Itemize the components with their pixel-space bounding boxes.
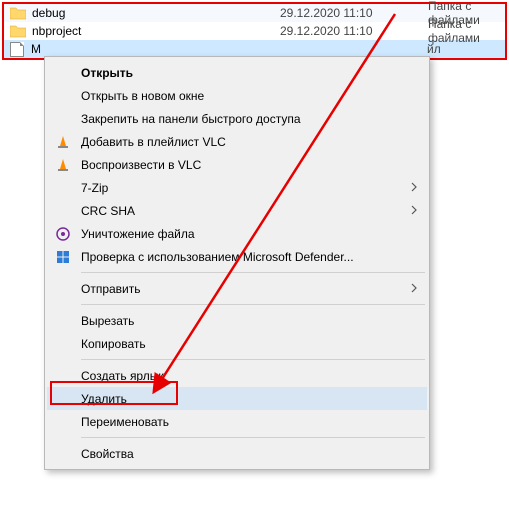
menu-separator (81, 272, 425, 273)
menu-properties[interactable]: Свойства (47, 442, 427, 465)
menu-label: Копировать (81, 337, 405, 351)
menu-separator (81, 359, 425, 360)
file-type: йл (427, 42, 505, 56)
menu-create-shortcut[interactable]: Создать ярлык (47, 364, 427, 387)
chevron-right-icon (411, 204, 417, 218)
menu-label: Удалить (81, 392, 405, 406)
menu-separator (81, 437, 425, 438)
vlc-icon (55, 134, 71, 150)
menu-label: Переименовать (81, 415, 405, 429)
file-icon (10, 42, 24, 57)
menu-pin-quick-access[interactable]: Закрепить на панели быстрого доступа (47, 107, 427, 130)
folder-icon (10, 6, 26, 20)
menu-label: Закрепить на панели быстрого доступа (81, 112, 405, 126)
context-menu: Открыть Открыть в новом окне Закрепить н… (44, 56, 430, 470)
file-date: 29.12.2020 11:10 (280, 6, 428, 20)
menu-separator (81, 304, 425, 305)
file-date: 29.12.2020 11:10 (280, 24, 428, 38)
menu-open-new-window[interactable]: Открыть в новом окне (47, 84, 427, 107)
file-list: debug 29.12.2020 11:10 Папка с файлами n… (2, 2, 507, 60)
menu-label: Воспроизвести в VLC (81, 158, 405, 172)
menu-label: CRC SHA (81, 204, 405, 218)
defender-icon (55, 249, 71, 265)
chevron-right-icon (411, 181, 417, 195)
menu-rename[interactable]: Переименовать (47, 410, 427, 433)
shred-icon (55, 226, 71, 242)
menu-vlc-play[interactable]: Воспроизвести в VLC (47, 153, 427, 176)
menu-send-to[interactable]: Отправить (47, 277, 427, 300)
menu-label: Уничтожение файла (81, 227, 405, 241)
menu-label: Добавить в плейлист VLC (81, 135, 405, 149)
file-type: Папка с файлами (428, 17, 505, 45)
menu-label: Открыть (81, 66, 405, 80)
vlc-icon (55, 157, 71, 173)
chevron-right-icon (411, 282, 417, 296)
menu-defender-scan[interactable]: Проверка с использованием Microsoft Defe… (47, 245, 427, 268)
file-name: M (31, 42, 279, 56)
menu-vlc-add-playlist[interactable]: Добавить в плейлист VLC (47, 130, 427, 153)
menu-label: Создать ярлык (81, 369, 405, 383)
menu-crc-sha[interactable]: CRC SHA (47, 199, 427, 222)
menu-copy[interactable]: Копировать (47, 332, 427, 355)
menu-open[interactable]: Открыть (47, 61, 427, 84)
menu-cut[interactable]: Вырезать (47, 309, 427, 332)
file-row[interactable]: nbproject 29.12.2020 11:10 Папка с файла… (4, 22, 505, 40)
menu-delete[interactable]: Удалить (47, 387, 427, 410)
menu-label: Отправить (81, 282, 405, 296)
menu-label: Проверка с использованием Microsoft Defe… (81, 250, 405, 264)
menu-label: 7-Zip (81, 181, 405, 195)
menu-file-shredder[interactable]: Уничтожение файла (47, 222, 427, 245)
file-name: debug (32, 6, 280, 20)
menu-label: Свойства (81, 447, 405, 461)
folder-icon (10, 24, 26, 38)
menu-label: Вырезать (81, 314, 405, 328)
file-name: nbproject (32, 24, 280, 38)
menu-7zip[interactable]: 7-Zip (47, 176, 427, 199)
menu-label: Открыть в новом окне (81, 89, 405, 103)
